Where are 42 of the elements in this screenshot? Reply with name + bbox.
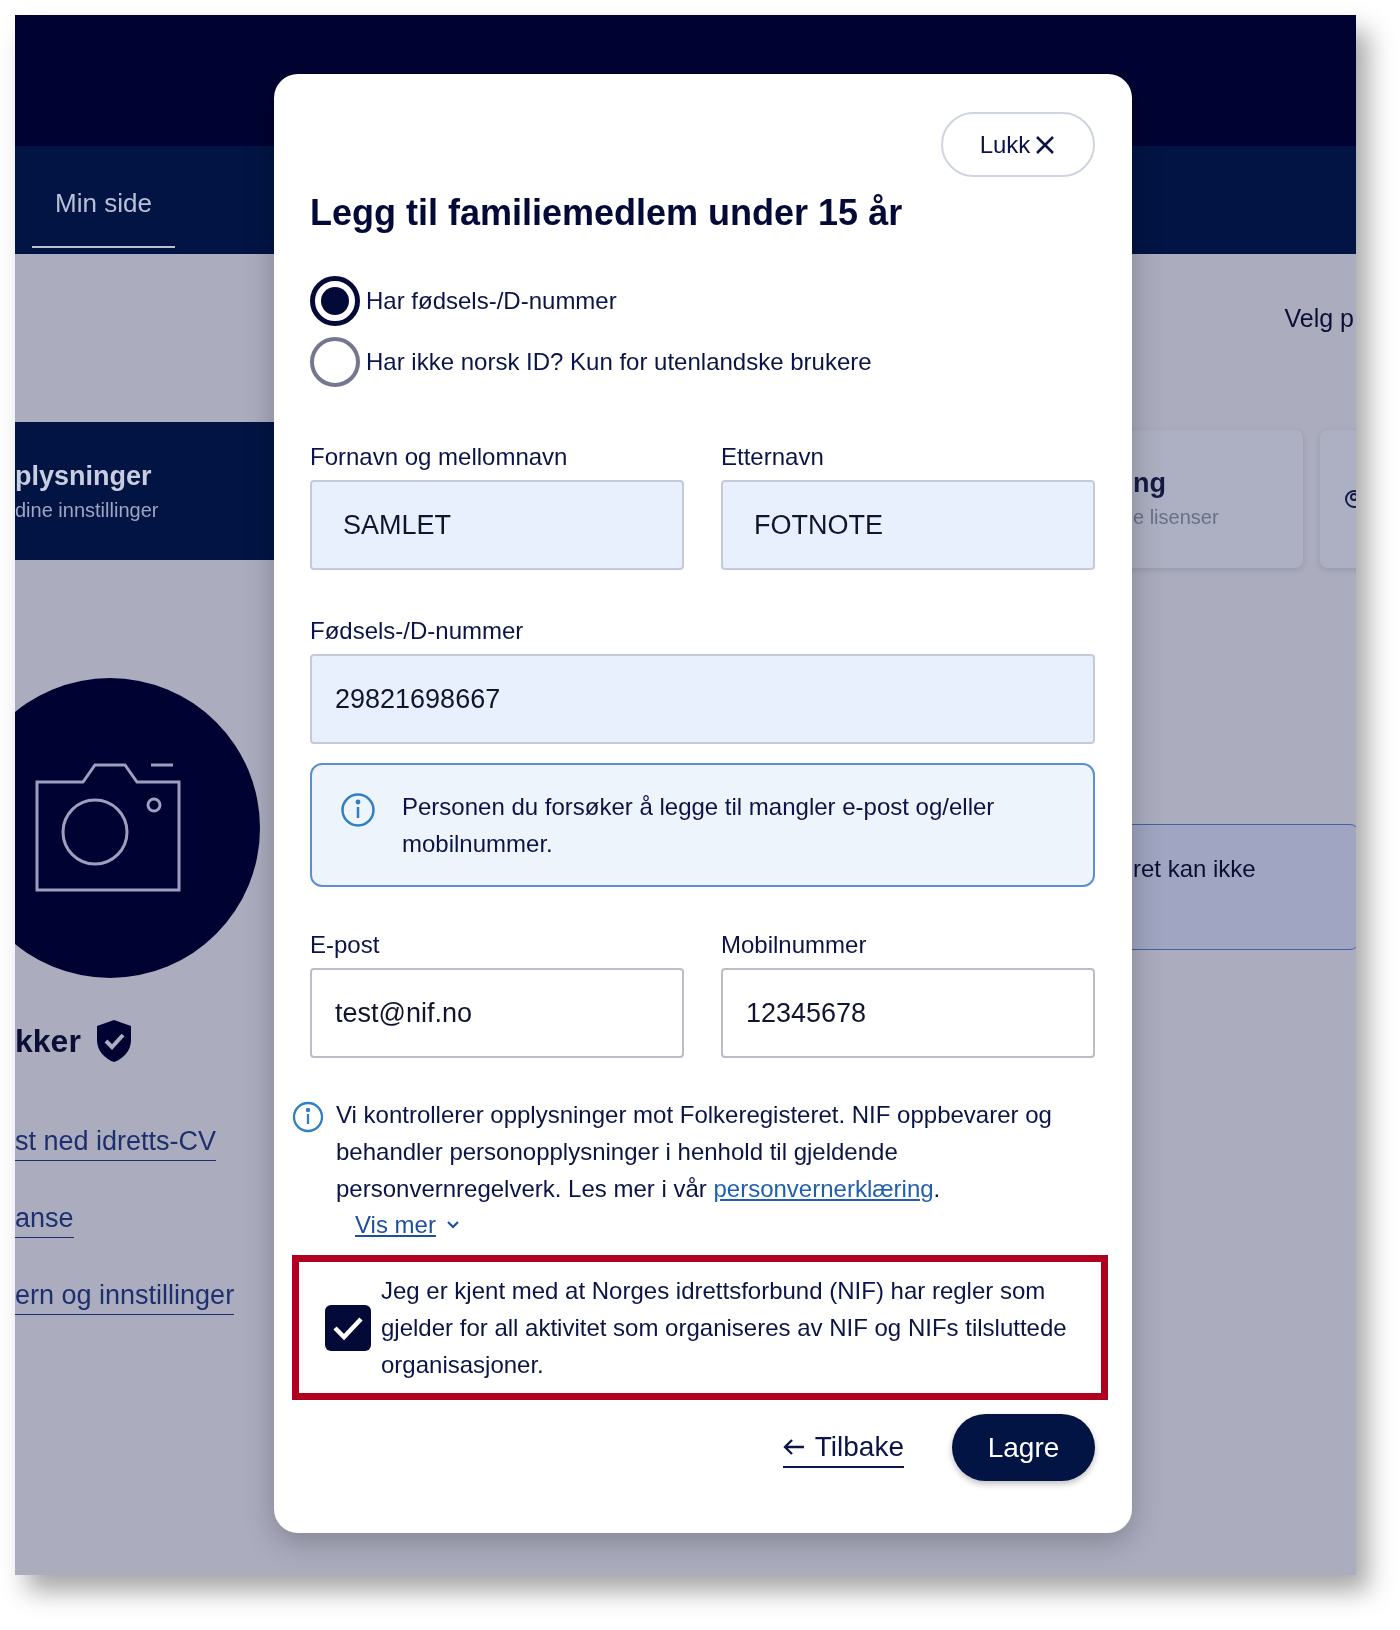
user-name: kker: [15, 1022, 81, 1061]
input-field[interactable]: FOTNOTE: [721, 480, 1095, 570]
show-more-link[interactable]: Vis mer: [355, 1209, 460, 1241]
info-icon: [292, 1101, 324, 1133]
select-label: Velg p: [1284, 303, 1354, 334]
profile-link[interactable]: st ned idretts-CV: [15, 1122, 217, 1161]
close-button[interactable]: Lukk: [941, 112, 1095, 177]
privacy-link[interactable]: personvernerklæring: [713, 1175, 934, 1202]
radio-label: Har ikke norsk ID? Kun for utenlandske brukere: [366, 347, 872, 377]
arrow-left-icon: [782, 1437, 805, 1456]
field-label: Etternavn: [721, 442, 825, 472]
camera-icon: [33, 762, 183, 894]
dialog-title: Legg til familiemedlem under 15 år: [310, 191, 904, 235]
checkbox[interactable]: [325, 1304, 371, 1351]
field-label: E-post: [310, 930, 381, 960]
alert-text: ret kan ikke: [1133, 854, 1256, 882]
radio-button[interactable]: [310, 337, 360, 387]
back-link[interactable]: Tilbake: [782, 1427, 904, 1468]
radio-label: Har fødsels-/D-nummer: [366, 286, 617, 316]
profile-card[interactable]: plysninger dine innstillinger: [15, 422, 274, 560]
save-button[interactable]: Lagre: [952, 1414, 1095, 1481]
field-label: Fødsels-/D-nummer: [310, 616, 525, 646]
card-subtitle: e lisenser: [1133, 507, 1220, 527]
nav-tab[interactable]: Min side: [32, 162, 175, 248]
input-field[interactable]: SAMLET: [310, 480, 684, 570]
info-icon: [340, 792, 376, 828]
radio-button[interactable]: [310, 276, 360, 326]
card-title: plysninger: [15, 462, 153, 490]
consent-text: Jeg er kjent med at Norges idrettsforbund (NIF) har regler som gjelder for all aktivitet som organiseres av NIF og NIFs tilsluttede organisasjoner.: [381, 1276, 1068, 1380]
field-label: Mobilnummer: [721, 930, 868, 960]
privacy-notice: Vi kontrollerer opplysninger mot Folkeregisteret. NIF oppbevarer og behandler personopplysninger i henhold til gjeldende personvernregelverk. Les mer i vår personvernerklæring.: [336, 1100, 1053, 1204]
input-field[interactable]: test@nif.no: [310, 968, 684, 1058]
profile-link[interactable]: ern og innstillinger: [15, 1276, 235, 1315]
profile-link[interactable]: anse: [15, 1199, 74, 1238]
card-subtitle: dine innstillinger: [15, 499, 160, 520]
field-label: Fornavn og mellomnavn: [310, 442, 569, 472]
chevron-down-icon: [445, 1220, 460, 1230]
input-field[interactable]: 12345678: [721, 968, 1095, 1058]
card-title: ng: [1133, 470, 1167, 497]
info-text: Personen du forsøker å legge til mangler e-post og/eller mobilnummer.: [402, 792, 996, 859]
input-field[interactable]: 29821698667: [310, 654, 1095, 744]
close-icon: [1034, 133, 1057, 156]
